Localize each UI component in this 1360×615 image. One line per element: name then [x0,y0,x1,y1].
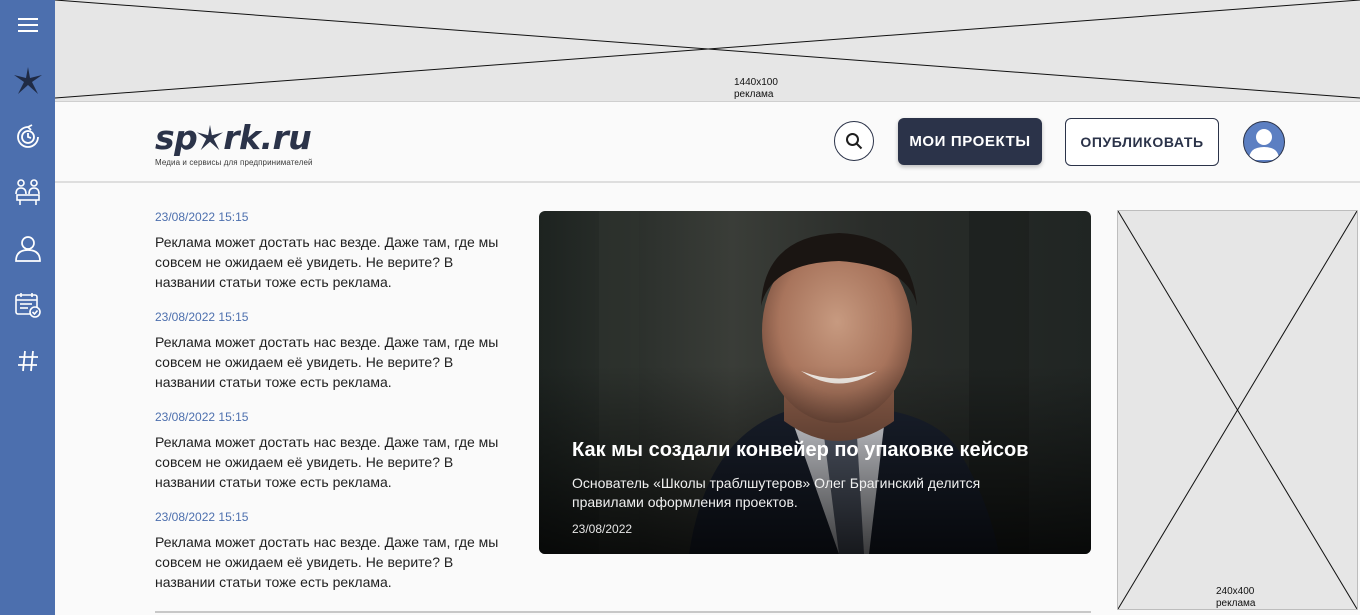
my-projects-button[interactable]: МОИ ПРОЕКТЫ [898,118,1042,165]
publish-button[interactable]: ОПУБЛИКОВАТЬ [1065,118,1219,166]
avatar-user-icon [1249,129,1279,160]
featured-date: 23/08/2022 [572,522,633,536]
news-date: 23/08/2022 15:15 [155,510,249,524]
news-text[interactable]: Реклама может достать нас везде. Даже та… [155,432,515,492]
list-item[interactable]: 23/08/2022 15:15 Реклама может достать н… [155,210,515,310]
ad-placeholder-cross [1118,211,1357,609]
logo-tagline: Медиа и сервисы для предпринимателей [155,158,313,167]
logo[interactable]: sp rk.ru Медиа и сервисы для предпринима… [155,118,313,168]
news-date: 23/08/2022 15:15 [155,310,249,324]
news-text[interactable]: Реклама может достать нас везде. Даже та… [155,332,515,392]
logo-suffix: rk.ru [223,118,312,157]
ad-placeholder-cross [55,0,1360,99]
news-text[interactable]: Реклама может достать нас везде. Даже та… [155,532,515,592]
logo-star-icon [197,124,224,151]
top-ad-label: 1440x100 реклама [734,77,778,101]
list-item[interactable]: 23/08/2022 15:15 Реклама может достать н… [155,510,515,610]
logo-prefix: sp [155,118,198,157]
news-date: 23/08/2022 15:15 [155,410,249,424]
search-icon [846,133,863,150]
site-header: sp rk.ru Медиа и сервисы для предпринима… [55,102,1360,183]
sidebar [0,0,55,615]
star-icon[interactable] [0,61,55,101]
meeting-icon[interactable] [0,172,55,212]
list-item[interactable]: 23/08/2022 15:15 Реклама может достать н… [155,310,515,410]
hashtag-icon[interactable] [0,341,55,381]
search-button[interactable] [834,121,874,161]
featured-description: Основатель «Школы траблшутеров» Олег Бра… [572,475,981,510]
news-text[interactable]: Реклама может достать нас везде. Даже та… [155,232,515,292]
top-ad-text: реклама [734,89,774,100]
news-date: 23/08/2022 15:15 [155,210,249,224]
side-ad-label: 240x400 реклама [1216,586,1255,610]
calendar-check-icon[interactable] [0,285,55,325]
user-icon[interactable] [0,229,55,269]
avatar[interactable] [1243,121,1285,163]
top-ad-size: 1440x100 [734,77,778,88]
list-item[interactable]: 23/08/2022 15:15 Реклама может достать н… [155,410,515,510]
side-ad-text: реклама [1216,598,1256,609]
featured-article-card[interactable]: Как мы создали конвейер по упаковке кейс… [539,211,1091,554]
side-ad-size: 240x400 [1216,586,1255,597]
side-ad-banner[interactable]: 240x400 реклама [1117,210,1358,610]
clock-refresh-icon[interactable] [0,117,55,157]
top-ad-banner[interactable]: 1440x100 реклама [55,0,1360,102]
news-list: 23/08/2022 15:15 Реклама может достать н… [155,210,515,610]
menu-icon[interactable] [0,5,55,45]
divider [155,611,1091,613]
featured-title[interactable]: Как мы создали конвейер по упаковке кейс… [572,439,1029,462]
